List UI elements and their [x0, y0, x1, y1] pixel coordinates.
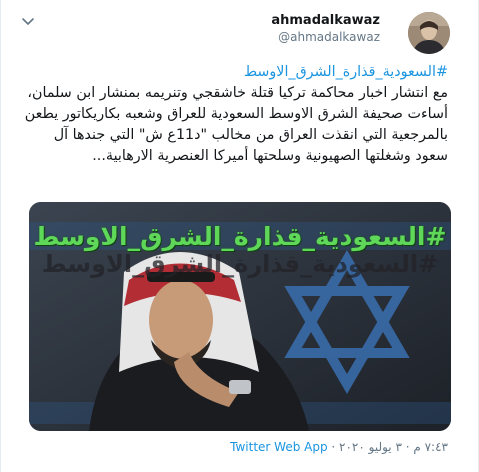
tweet-footer: ٧:٤٣ م · ٣ يوليو ٢٠٢٠ · Twitter Web App: [230, 440, 448, 454]
hashtag-link[interactable]: #السعودية_قذارة_الشرق_الاوسط: [244, 64, 448, 80]
media-ghost-text: #السعودية_قذارة_الشرق_الاوسط: [41, 250, 439, 278]
tweet-body: مع انتشار اخبار محاكمة تركيا قتلة خاشقجي…: [24, 85, 448, 164]
tweet-text: #السعودية_قذارة_الشرق_الاوسط مع انتشار ا…: [21, 62, 448, 167]
media-overlay-text: #السعودية_قذارة_الشرق_الاوسط: [33, 222, 447, 251]
timestamp[interactable]: ٧:٤٣ م · ٣ يوليو ٢٠٢٠: [339, 440, 448, 454]
tweet-media-image[interactable]: #السعودية_قذارة_الشرق_الاوسط #السعودية_ق…: [29, 202, 451, 431]
author-info[interactable]: ahmadalkawaz @ahmadalkawaz: [271, 12, 380, 45]
source-link[interactable]: Twitter Web App: [230, 440, 327, 454]
footer-separator: ·: [327, 440, 340, 454]
tweet-card: ahmadalkawaz @ahmadalkawaz #السعودية_قذا…: [0, 0, 479, 472]
avatar[interactable]: [408, 12, 450, 54]
author-name[interactable]: ahmadalkawaz: [271, 12, 380, 29]
author-handle[interactable]: @ahmadalkawaz: [271, 29, 380, 45]
chevron-down-icon[interactable]: [21, 14, 35, 28]
